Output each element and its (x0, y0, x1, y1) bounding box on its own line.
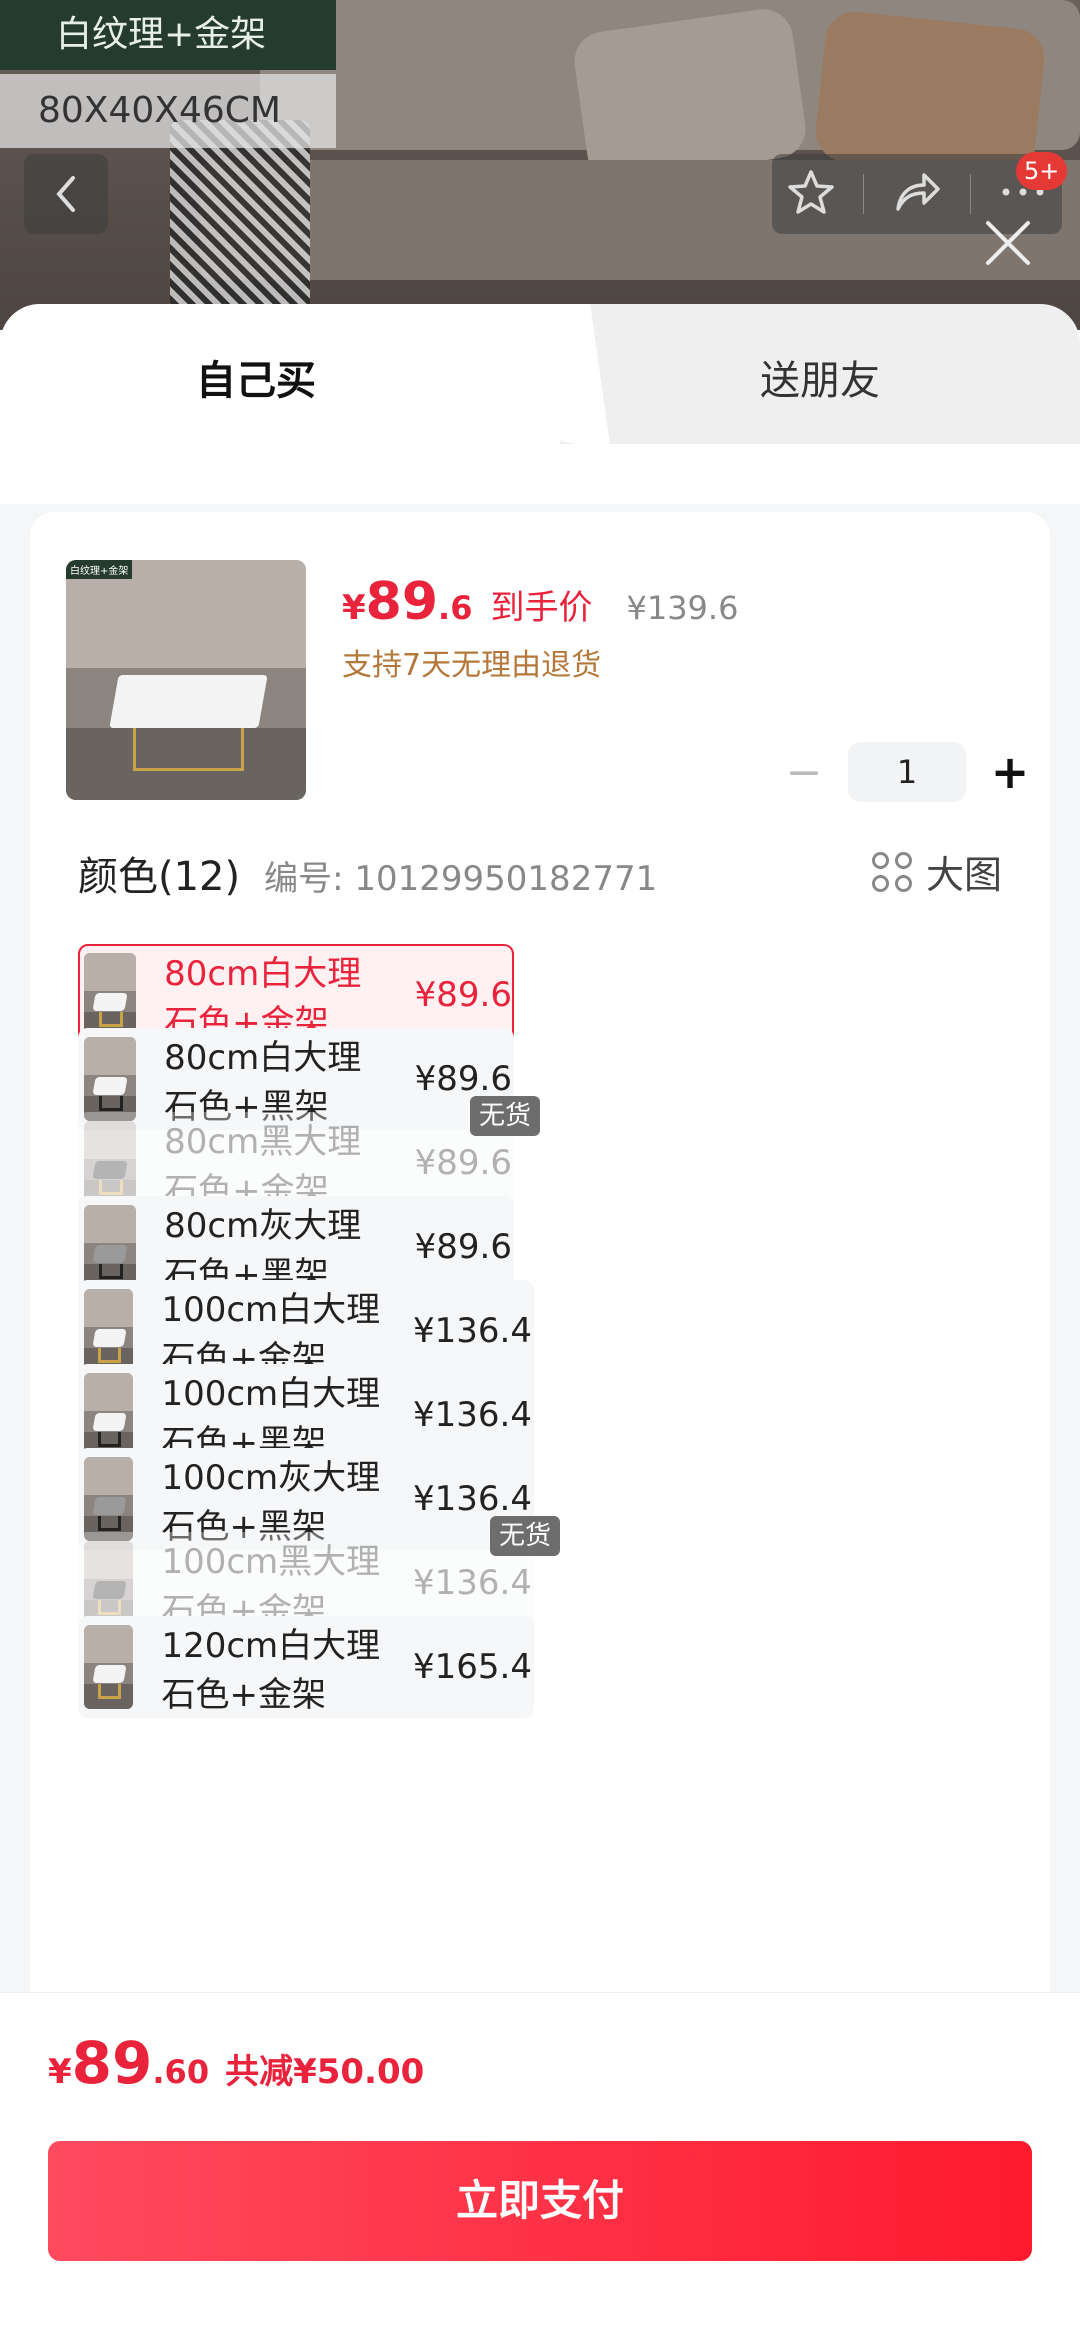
option-price: ¥136.4 (413, 1311, 532, 1351)
photo-size-tag: 80X40X46CM (0, 74, 336, 148)
quantity-value[interactable]: 1 (848, 742, 966, 802)
checkout-bar: ¥ 89 .60 共减¥50.00 立即支付 (0, 1992, 1080, 2344)
quantity-stepper: − 1 + (774, 742, 1040, 802)
total-price-row: ¥ 89 .60 共减¥50.00 (48, 2029, 424, 2097)
thumb-table (109, 675, 268, 728)
price-label: 到手价 (490, 588, 593, 628)
option-price: ¥89.6 (414, 975, 512, 1015)
out-of-stock-badge: 无货 (490, 1516, 560, 1556)
grid-icon (871, 851, 912, 892)
option-thumbnail (84, 1037, 137, 1121)
option-name: 120cm白大理石色+金架 (161, 1626, 381, 1715)
total-discount: 共减¥50.00 (225, 2052, 425, 2092)
close-icon (986, 221, 1030, 265)
option-price: ¥89.6 (414, 1059, 512, 1099)
quantity-increase-button[interactable]: + (980, 742, 1040, 802)
favorite-button[interactable] (786, 167, 836, 221)
star-icon (788, 170, 834, 214)
option-price: ¥89.6 (414, 1143, 512, 1183)
return-policy: 支持7天无理由退货 (342, 648, 602, 683)
option-price: ¥165.4 (413, 1647, 532, 1687)
option-thumbnail (84, 953, 137, 1037)
message-count-badge: 5+ (1016, 152, 1068, 190)
option-thumbnail (84, 1373, 134, 1457)
price-decimal: .6 (438, 589, 473, 627)
option-price: ¥136.4 (413, 1395, 532, 1435)
back-button[interactable] (24, 154, 108, 234)
total-decimal: .60 (152, 2053, 210, 2091)
item-code: 编号: 10129950182771 (264, 859, 658, 899)
option-item[interactable]: 120cm白大理石色+金架 ¥165.4 (78, 1616, 534, 1718)
price-integer: 89 (365, 572, 439, 632)
tab-self-buy[interactable]: 自己买 (196, 348, 316, 406)
original-price: ¥139.6 (626, 589, 739, 627)
total-integer: 89 (71, 2029, 153, 2097)
option-thumbnail (84, 1121, 137, 1205)
out-of-stock-badge: 无货 (470, 1096, 540, 1136)
total-symbol: ¥ (48, 2052, 72, 2092)
photo-spec-tag: 白纹理+金架 (0, 0, 336, 70)
product-thumbnail[interactable]: 白纹理+金架 (66, 560, 306, 800)
option-price: ¥136.4 (413, 1563, 532, 1603)
purchase-tabs: 自己买 送朋友 (0, 304, 1080, 484)
quantity-decrease-button[interactable]: − (774, 742, 834, 802)
thumb-legs (133, 728, 244, 772)
option-thumbnail (84, 1457, 134, 1541)
option-thumbnail (84, 1541, 134, 1625)
divider (969, 174, 971, 214)
thumb-tag: 白纹理+金架 (66, 560, 133, 579)
price-symbol: ¥ (342, 588, 366, 628)
option-thumbnail (84, 1625, 134, 1709)
big-view-button[interactable]: 大图 (871, 844, 1002, 899)
option-thumbnail (84, 1289, 134, 1373)
chevron-left-icon (56, 176, 75, 212)
spec-title: 颜色(12) (78, 854, 241, 900)
price-row: ¥ 89 .6 到手价 ¥139.6 (342, 572, 738, 632)
big-view-label: 大图 (925, 853, 1002, 897)
share-button[interactable] (892, 167, 942, 221)
tab-panel-top (0, 444, 1080, 504)
option-price: ¥136.4 (413, 1479, 532, 1519)
photo-blanket (170, 120, 310, 320)
tab-gift-friend[interactable]: 送朋友 (760, 348, 880, 406)
close-button[interactable] (980, 215, 1036, 271)
divider (863, 174, 865, 214)
option-thumbnail (84, 1205, 137, 1289)
share-icon (896, 173, 940, 211)
option-price: ¥89.6 (414, 1227, 512, 1267)
pay-now-button[interactable]: 立即支付 (48, 2141, 1032, 2261)
